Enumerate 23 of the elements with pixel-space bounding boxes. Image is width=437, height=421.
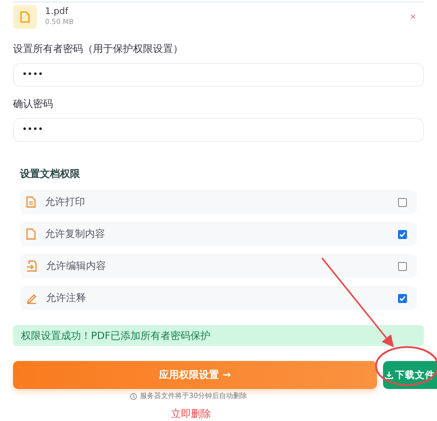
permission-row[interactable]: 允许打印	[20, 190, 417, 214]
checkbox[interactable]	[398, 262, 407, 270]
permission-row[interactable]: 允许注释	[20, 286, 417, 310]
document-icon	[13, 5, 37, 30]
delete-link[interactable]: 立即删除	[171, 407, 211, 421]
download-icon	[385, 371, 393, 380]
permission-row[interactable]: 允许复制内容	[20, 222, 417, 246]
checkbox[interactable]	[398, 198, 407, 206]
file-edit-icon	[26, 260, 37, 272]
section-title: 设置文档权限	[20, 168, 81, 182]
field-label: 设置所有者密码（用于保护权限设置）	[13, 44, 184, 56]
file-name: 1.pdf	[45, 7, 68, 18]
pencil-icon	[26, 292, 37, 304]
password-field[interactable]: ••••	[13, 118, 424, 142]
field-label: 确认密码	[13, 98, 54, 111]
password-field[interactable]: ••••	[13, 62, 424, 87]
clock-icon	[130, 392, 138, 400]
document-icon	[26, 196, 36, 208]
success-message: 权限设置成功！PDF已添加所有者密码保护	[13, 325, 424, 346]
checkbox[interactable]	[398, 230, 407, 238]
permission-row[interactable]: 允许编辑内容	[20, 254, 417, 278]
file-icon	[26, 228, 36, 240]
checkbox[interactable]	[398, 294, 407, 302]
